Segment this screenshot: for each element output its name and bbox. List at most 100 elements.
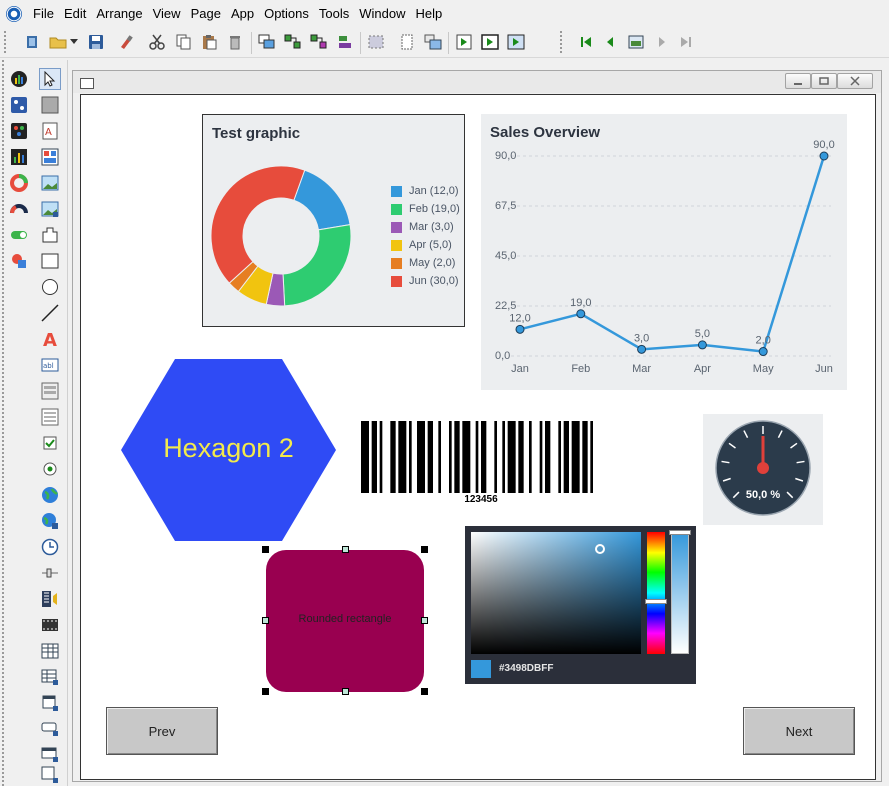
subscreen-icon[interactable]	[40, 765, 60, 785]
menu-window[interactable]: Window	[354, 0, 410, 28]
slider-icon[interactable]	[40, 563, 60, 583]
toggle-icon[interactable]	[9, 225, 29, 245]
resize-handle-top[interactable]	[342, 546, 349, 553]
report-icon[interactable]	[40, 147, 60, 167]
film-icon[interactable]	[40, 615, 60, 635]
toolbar-grip[interactable]	[560, 31, 566, 53]
color-hex-value[interactable]: #3498DBFF	[499, 663, 553, 674]
run-window-icon[interactable]	[480, 32, 500, 52]
select-all-icon[interactable]	[366, 32, 386, 52]
format-brush-icon[interactable]	[116, 32, 136, 52]
rectangle-fill-icon[interactable]	[40, 95, 60, 115]
pointer-icon[interactable]	[39, 68, 61, 90]
first-page-icon[interactable]	[576, 32, 596, 52]
next-page-icon[interactable]	[652, 32, 672, 52]
copy-icon[interactable]	[173, 32, 193, 52]
last-page-icon[interactable]	[676, 32, 696, 52]
open-folder-icon[interactable]	[48, 32, 68, 52]
run-fullscreen-icon[interactable]	[506, 32, 526, 52]
rectangle-icon[interactable]	[40, 251, 60, 271]
dialog-icon[interactable]	[40, 745, 60, 765]
design-canvas[interactable]: Test graphic Jan (12,0) Feb (19,0) Mar (…	[80, 94, 876, 780]
prev-button[interactable]: Prev	[106, 707, 218, 755]
window-icon[interactable]	[40, 719, 60, 739]
web-icon[interactable]	[40, 511, 60, 531]
list-icon[interactable]	[40, 407, 60, 427]
dropdown-arrow-icon[interactable]	[68, 32, 80, 52]
resize-handle-top-right[interactable]	[421, 546, 428, 553]
menu-app[interactable]: App	[226, 0, 259, 28]
bar-chart-icon[interactable]	[9, 147, 29, 167]
resize-handle-left[interactable]	[262, 617, 269, 624]
text-doc-icon[interactable]: A	[40, 121, 60, 141]
cube-icon[interactable]	[9, 251, 29, 271]
pie-chart-panel[interactable]: Test graphic Jan (12,0) Feb (19,0) Mar (…	[202, 114, 465, 327]
textbox-icon[interactable]: abl	[40, 355, 60, 375]
ellipse-icon[interactable]	[40, 277, 60, 297]
resize-handle-right[interactable]	[421, 617, 428, 624]
resize-handle-bottom-left[interactable]	[262, 688, 269, 695]
resize-handle-bottom-right[interactable]	[421, 688, 428, 695]
gauge-panel[interactable]	[703, 414, 823, 525]
resize-handle-top-left[interactable]	[262, 546, 269, 553]
menu-options[interactable]: Options	[259, 0, 314, 28]
checkbox-icon[interactable]	[40, 433, 60, 453]
align-icon[interactable]	[335, 32, 355, 52]
paste-icon[interactable]	[199, 32, 219, 52]
previous-page-icon[interactable]	[600, 32, 620, 52]
next-button[interactable]: Next	[743, 707, 855, 755]
minimize-button[interactable]	[785, 73, 811, 89]
new-screen-icon[interactable]	[22, 32, 42, 52]
line-icon[interactable]	[40, 303, 60, 323]
resize-handle-bottom[interactable]	[342, 688, 349, 695]
menu-help[interactable]: Help	[411, 0, 448, 28]
image-edit-icon[interactable]	[40, 199, 60, 219]
delete-icon[interactable]	[225, 32, 245, 52]
hue-slider-knob[interactable]	[645, 599, 667, 604]
run-icon[interactable]	[454, 32, 474, 52]
color-cursor[interactable]	[595, 544, 605, 554]
text-icon[interactable]: A	[40, 329, 60, 349]
layout-icon[interactable]	[9, 95, 29, 115]
hue-slider[interactable]	[647, 532, 665, 654]
menu-arrange[interactable]: Arrange	[91, 0, 147, 28]
toolbox-grip[interactable]	[2, 60, 5, 786]
table-edit-icon[interactable]	[40, 667, 60, 687]
line-chart-panel[interactable]: Sales Overview 0,0 22,5 45,0 67,5 90,0 Jan Feb…	[481, 114, 847, 390]
menu-tools[interactable]: Tools	[314, 0, 354, 28]
alpha-slider[interactable]	[671, 532, 689, 654]
panel-icon[interactable]	[40, 693, 60, 713]
toolbar-grip[interactable]	[4, 31, 10, 53]
table-icon[interactable]	[40, 641, 60, 661]
media-icon[interactable]	[40, 589, 60, 609]
gauge-icon[interactable]	[9, 199, 29, 219]
globe-icon[interactable]	[40, 485, 60, 505]
color-picker[interactable]: #3498DBFF	[465, 526, 696, 684]
page-icon[interactable]	[626, 32, 646, 52]
shape-icon[interactable]	[40, 225, 60, 245]
clock-icon[interactable]	[40, 537, 60, 557]
radio-icon[interactable]	[40, 459, 60, 479]
cut-icon[interactable]	[147, 32, 167, 52]
donut-icon[interactable]	[9, 173, 29, 193]
ungroup-icon[interactable]	[309, 32, 329, 52]
alpha-slider-knob[interactable]	[669, 530, 691, 535]
document-titlebar[interactable]	[73, 71, 881, 93]
form-icon[interactable]	[40, 381, 60, 401]
image-icon[interactable]	[40, 173, 60, 193]
maximize-button[interactable]	[811, 73, 837, 89]
pages-icon[interactable]	[423, 32, 443, 52]
menu-file[interactable]: File	[28, 0, 59, 28]
chart-icon[interactable]	[9, 69, 29, 89]
bring-front-icon[interactable]	[257, 32, 277, 52]
new-page-icon[interactable]	[397, 32, 417, 52]
menu-page[interactable]: Page	[186, 0, 226, 28]
palette-icon[interactable]	[9, 121, 29, 141]
close-button[interactable]	[837, 73, 873, 89]
group-icon[interactable]	[283, 32, 303, 52]
app-logo-icon[interactable]	[6, 6, 22, 22]
save-icon[interactable]	[86, 32, 106, 52]
menu-view[interactable]: View	[148, 0, 186, 28]
barcode[interactable]	[361, 421, 601, 493]
menu-edit[interactable]: Edit	[59, 0, 91, 28]
